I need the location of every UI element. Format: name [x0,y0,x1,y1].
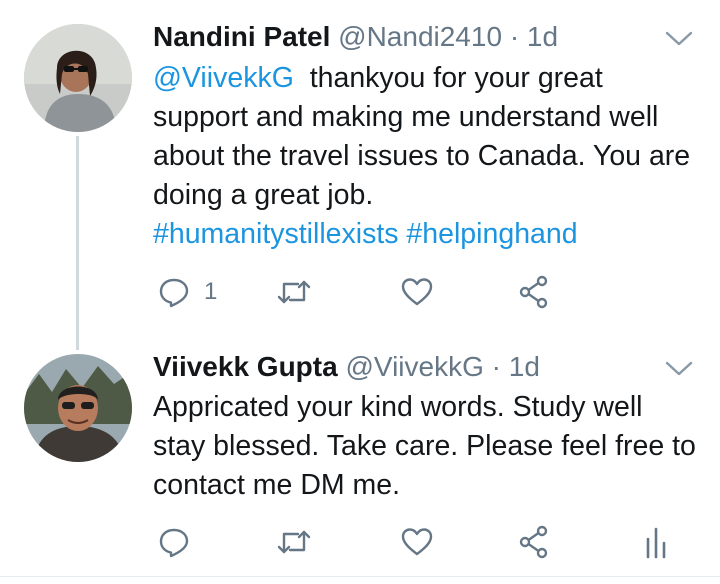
retweet-icon [277,280,311,304]
share-icon [519,525,548,559]
tweet-text: @ViivekkG thankyou for your great suppor… [153,59,698,254]
divider [0,576,720,577]
like-button[interactable] [400,272,434,312]
tweet-actions: 1 [150,272,690,312]
author-name[interactable]: Nandini Patel [153,21,330,52]
author-handle[interactable]: @Nandi2410 [338,21,502,52]
tweet-actions [150,522,690,562]
reply-icon [159,528,189,558]
analytics-button[interactable] [644,522,668,562]
hashtag-links[interactable]: #humanitystillexists #helpinghand [153,218,578,250]
author-name[interactable]: Viivekk Gupta [153,351,338,382]
retweet-button[interactable] [276,522,312,562]
heart-icon [401,528,433,556]
tweet-time[interactable]: · 1d [492,351,540,382]
share-button[interactable] [518,272,552,312]
chevron-down-icon[interactable] [664,358,694,378]
author-handle[interactable]: @ViivekkG [345,351,483,382]
tweet-header: Viivekk Gupta @ViivekkG · 1d [153,350,540,384]
analytics-icon [646,527,666,559]
retweet-icon [277,530,311,554]
avatar[interactable] [24,354,132,462]
avatar[interactable] [24,24,132,132]
reply-button[interactable] [158,522,190,562]
heart-icon [401,278,433,306]
tweet-body: Appricated your kind words. Study well s… [153,391,696,501]
tweet-time[interactable]: · 1d [510,21,558,52]
reply-button[interactable]: 1 [158,272,217,312]
tweet-header: Nandini Patel @Nandi2410 · 1d [153,20,558,54]
like-button[interactable] [400,522,434,562]
reply-count: 1 [204,278,218,305]
thread-connector-line [76,136,79,350]
tweet-text: Appricated your kind words. Study well s… [153,388,698,505]
share-icon [519,275,548,309]
chevron-down-icon[interactable] [664,28,694,48]
mention-link[interactable]: @ViivekkG [153,62,294,94]
share-button[interactable] [518,522,552,562]
retweet-button[interactable] [276,272,312,312]
reply-icon [159,278,189,308]
